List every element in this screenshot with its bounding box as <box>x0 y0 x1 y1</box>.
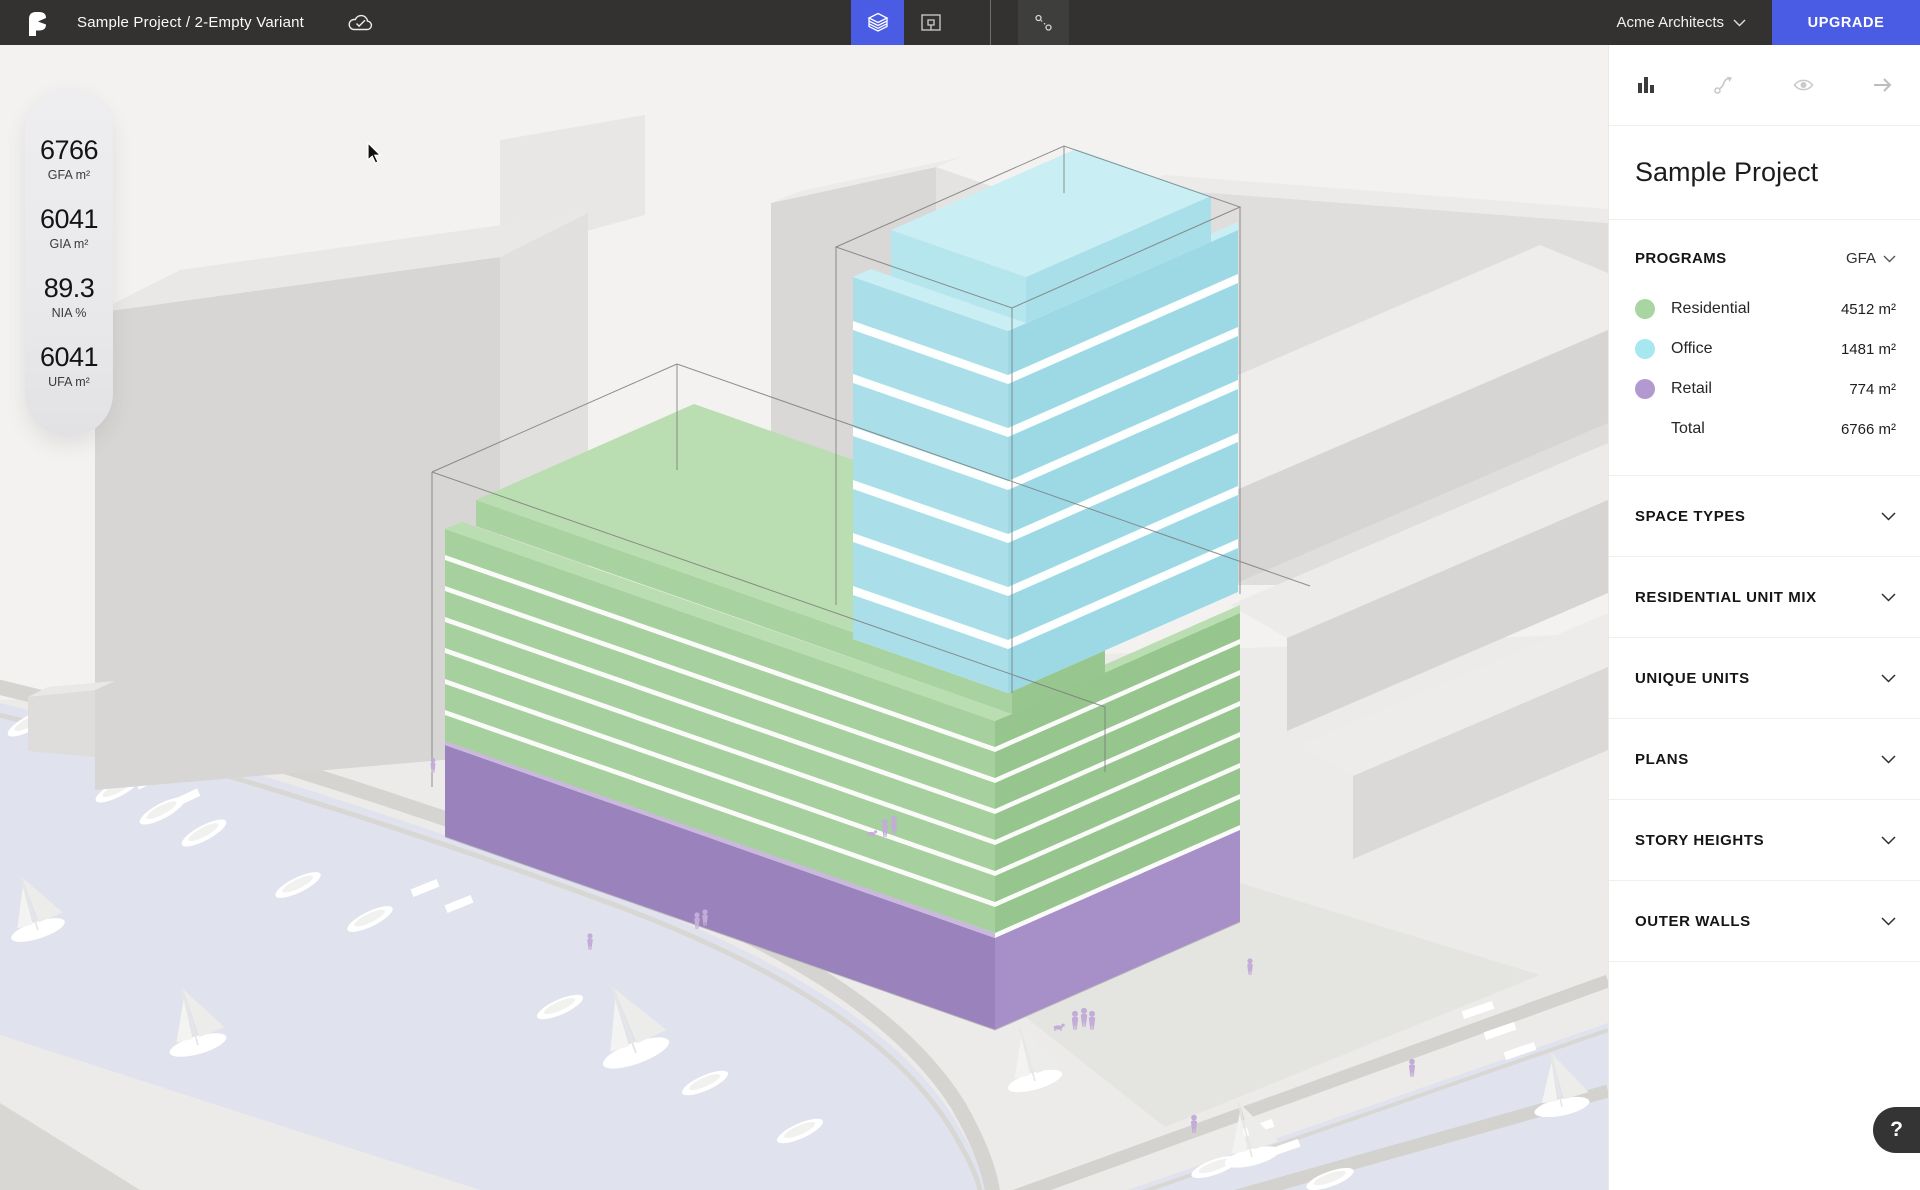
stat-value: 89.3 <box>44 275 95 302</box>
stat-label: GIA m² <box>40 237 98 251</box>
stat-gia: 6041 GIA m² <box>40 206 98 251</box>
3d-cube-icon <box>866 11 890 34</box>
spline-tab[interactable] <box>1713 74 1736 96</box>
finch-logo-icon <box>24 9 51 37</box>
program-row-residential: Residential 4512 m² <box>1635 289 1896 329</box>
view-toolbar <box>851 0 1069 45</box>
program-row-retail: Retail 774 m² <box>1635 369 1896 409</box>
org-switcher[interactable]: Acme Architects <box>1616 14 1746 31</box>
plan-view-button[interactable] <box>904 0 957 45</box>
section-label: UNIQUE UNITS <box>1635 670 1750 687</box>
arrow-right-icon <box>1871 74 1894 96</box>
office-tower <box>853 149 1238 693</box>
stat-label: GFA m² <box>40 168 98 182</box>
export-tab[interactable] <box>1871 74 1894 96</box>
section-label: SPACE TYPES <box>1635 508 1746 525</box>
programs-panel: PROGRAMS GFA Residential 4512 m² Office … <box>1609 220 1920 476</box>
stat-value: 6041 <box>40 344 98 371</box>
stats-panel: 6766 GFA m² 6041 GIA m² 89.3 NIA % 6041 … <box>25 89 113 437</box>
topbar: Sample Project / 2-Empty Variant <box>0 0 1920 45</box>
section-label: OUTER WALLS <box>1635 913 1751 930</box>
topbar-right: Acme Architects UPGRADE <box>1616 0 1920 45</box>
section-label: RESIDENTIAL UNIT MIX <box>1635 589 1817 606</box>
program-row-total: Total 6766 m² <box>1635 409 1896 449</box>
measure-tool-button[interactable] <box>1018 0 1069 45</box>
unit-selector[interactable]: GFA <box>1846 250 1896 267</box>
stat-gfa: 6766 GFA m² <box>40 137 98 182</box>
program-value: 1481 m² <box>1841 341 1896 358</box>
3d-view-button[interactable] <box>851 0 904 45</box>
upgrade-button[interactable]: UPGRADE <box>1772 0 1920 45</box>
unit-value: GFA <box>1846 250 1876 267</box>
chevron-down-icon <box>1881 755 1896 764</box>
chevron-down-icon <box>1733 19 1746 27</box>
program-name: Residential <box>1671 300 1750 318</box>
total-value: 6766 m² <box>1841 421 1896 438</box>
finch-logo[interactable] <box>24 9 51 37</box>
plan-view-icon <box>919 11 943 34</box>
section-outer-walls[interactable]: OUTER WALLS <box>1609 881 1920 962</box>
eye-icon <box>1792 74 1815 96</box>
total-label: Total <box>1671 420 1705 438</box>
project-title: Sample Project <box>1635 157 1818 188</box>
section-space-types[interactable]: SPACE TYPES <box>1609 476 1920 557</box>
retail-color-dot <box>1635 379 1655 399</box>
chevron-down-icon <box>1881 512 1896 521</box>
toolbar-divider <box>990 0 991 45</box>
chevron-down-icon <box>1881 593 1896 602</box>
programs-header: PROGRAMS <box>1635 250 1727 267</box>
help-button[interactable]: ? <box>1873 1107 1920 1153</box>
section-plans[interactable]: PLANS <box>1609 719 1920 800</box>
program-name: Retail <box>1671 380 1712 398</box>
stat-value: 6766 <box>40 137 98 164</box>
chevron-down-icon <box>1881 836 1896 845</box>
section-story-heights[interactable]: STORY HEIGHTS <box>1609 800 1920 881</box>
inspector-sidebar: Sample Project PROGRAMS GFA Residential … <box>1608 45 1920 1190</box>
stat-nia: 89.3 NIA % <box>44 275 95 320</box>
section-label: STORY HEIGHTS <box>1635 832 1764 849</box>
program-value: 774 m² <box>1849 381 1896 398</box>
stat-value: 6041 <box>40 206 98 233</box>
residential-color-dot <box>1635 299 1655 319</box>
spline-path-icon <box>1713 74 1736 96</box>
help-label: ? <box>1890 1118 1903 1142</box>
section-label: PLANS <box>1635 751 1689 768</box>
visibility-tab[interactable] <box>1792 74 1815 96</box>
3d-scene <box>0 45 1608 1190</box>
program-row-office: Office 1481 m² <box>1635 329 1896 369</box>
office-color-dot <box>1635 339 1655 359</box>
upgrade-label: UPGRADE <box>1808 15 1885 31</box>
chevron-down-icon <box>1883 255 1896 263</box>
program-value: 4512 m² <box>1841 301 1896 318</box>
program-name: Office <box>1671 340 1713 358</box>
chevron-down-icon <box>1881 917 1896 926</box>
stat-ufa: 6041 UFA m² <box>40 344 98 389</box>
breadcrumb[interactable]: Sample Project / 2-Empty Variant <box>77 14 304 31</box>
chevron-down-icon <box>1881 674 1896 683</box>
stat-label: NIA % <box>44 306 95 320</box>
stat-label: UFA m² <box>40 375 98 389</box>
measure-icon <box>1032 12 1055 34</box>
sidebar-toolbar <box>1609 45 1920 126</box>
bar-chart-icon <box>1635 74 1657 96</box>
3d-viewport[interactable]: 6766 GFA m² 6041 GIA m² 89.3 NIA % 6041 … <box>0 45 1608 1190</box>
project-title-row: Sample Project <box>1609 126 1920 220</box>
org-name: Acme Architects <box>1616 14 1724 31</box>
section-unique-units[interactable]: UNIQUE UNITS <box>1609 638 1920 719</box>
cloud-sync-icon <box>346 12 374 33</box>
section-residential-unit-mix[interactable]: RESIDENTIAL UNIT MIX <box>1609 557 1920 638</box>
statistics-tab[interactable] <box>1635 74 1657 96</box>
